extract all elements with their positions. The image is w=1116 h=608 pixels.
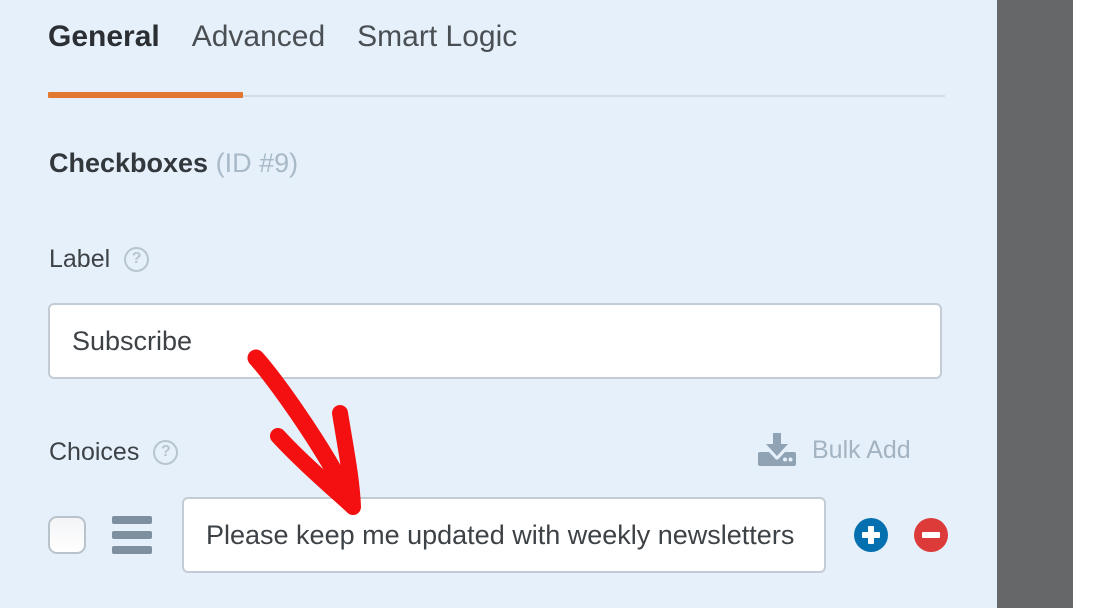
right-gray-band (997, 0, 1073, 608)
field-options-panel: General Advanced Smart Logic Checkboxes … (0, 0, 997, 608)
label-section-header: Label ? (49, 245, 150, 273)
choices-field-title: Choices (49, 438, 140, 466)
right-white-band (1073, 0, 1116, 608)
bulk-add-button[interactable]: Bulk Add (758, 432, 911, 468)
question-mark-icon[interactable]: ? (153, 440, 179, 465)
bulk-add-label: Bulk Add (812, 435, 911, 464)
choice-row (48, 495, 948, 575)
tab-advanced[interactable]: Advanced (192, 22, 357, 52)
field-type-name: Checkboxes (49, 148, 209, 178)
unchecked-checkbox-icon[interactable] (48, 516, 86, 554)
question-mark-icon[interactable]: ? (124, 247, 150, 272)
tab-smart-logic[interactable]: Smart Logic (357, 22, 549, 52)
plus-circle-icon[interactable] (854, 518, 888, 552)
field-options-tabs: General Advanced Smart Logic (48, 22, 549, 52)
label-input[interactable] (48, 303, 942, 379)
drag-handle-icon[interactable] (112, 516, 152, 554)
choices-section-header: Choices ? (49, 438, 179, 466)
minus-circle-icon[interactable] (914, 518, 948, 552)
field-id: (ID #9) (215, 148, 299, 178)
choice-text-input[interactable] (182, 497, 826, 573)
label-field-title: Label (49, 245, 111, 273)
tab-general[interactable]: General (48, 22, 192, 52)
active-tab-underline (48, 92, 243, 98)
page-title: Checkboxes (ID #9) (49, 150, 298, 177)
import-download-icon (758, 432, 796, 468)
screenshot-root: General Advanced Smart Logic Checkboxes … (0, 0, 1116, 608)
